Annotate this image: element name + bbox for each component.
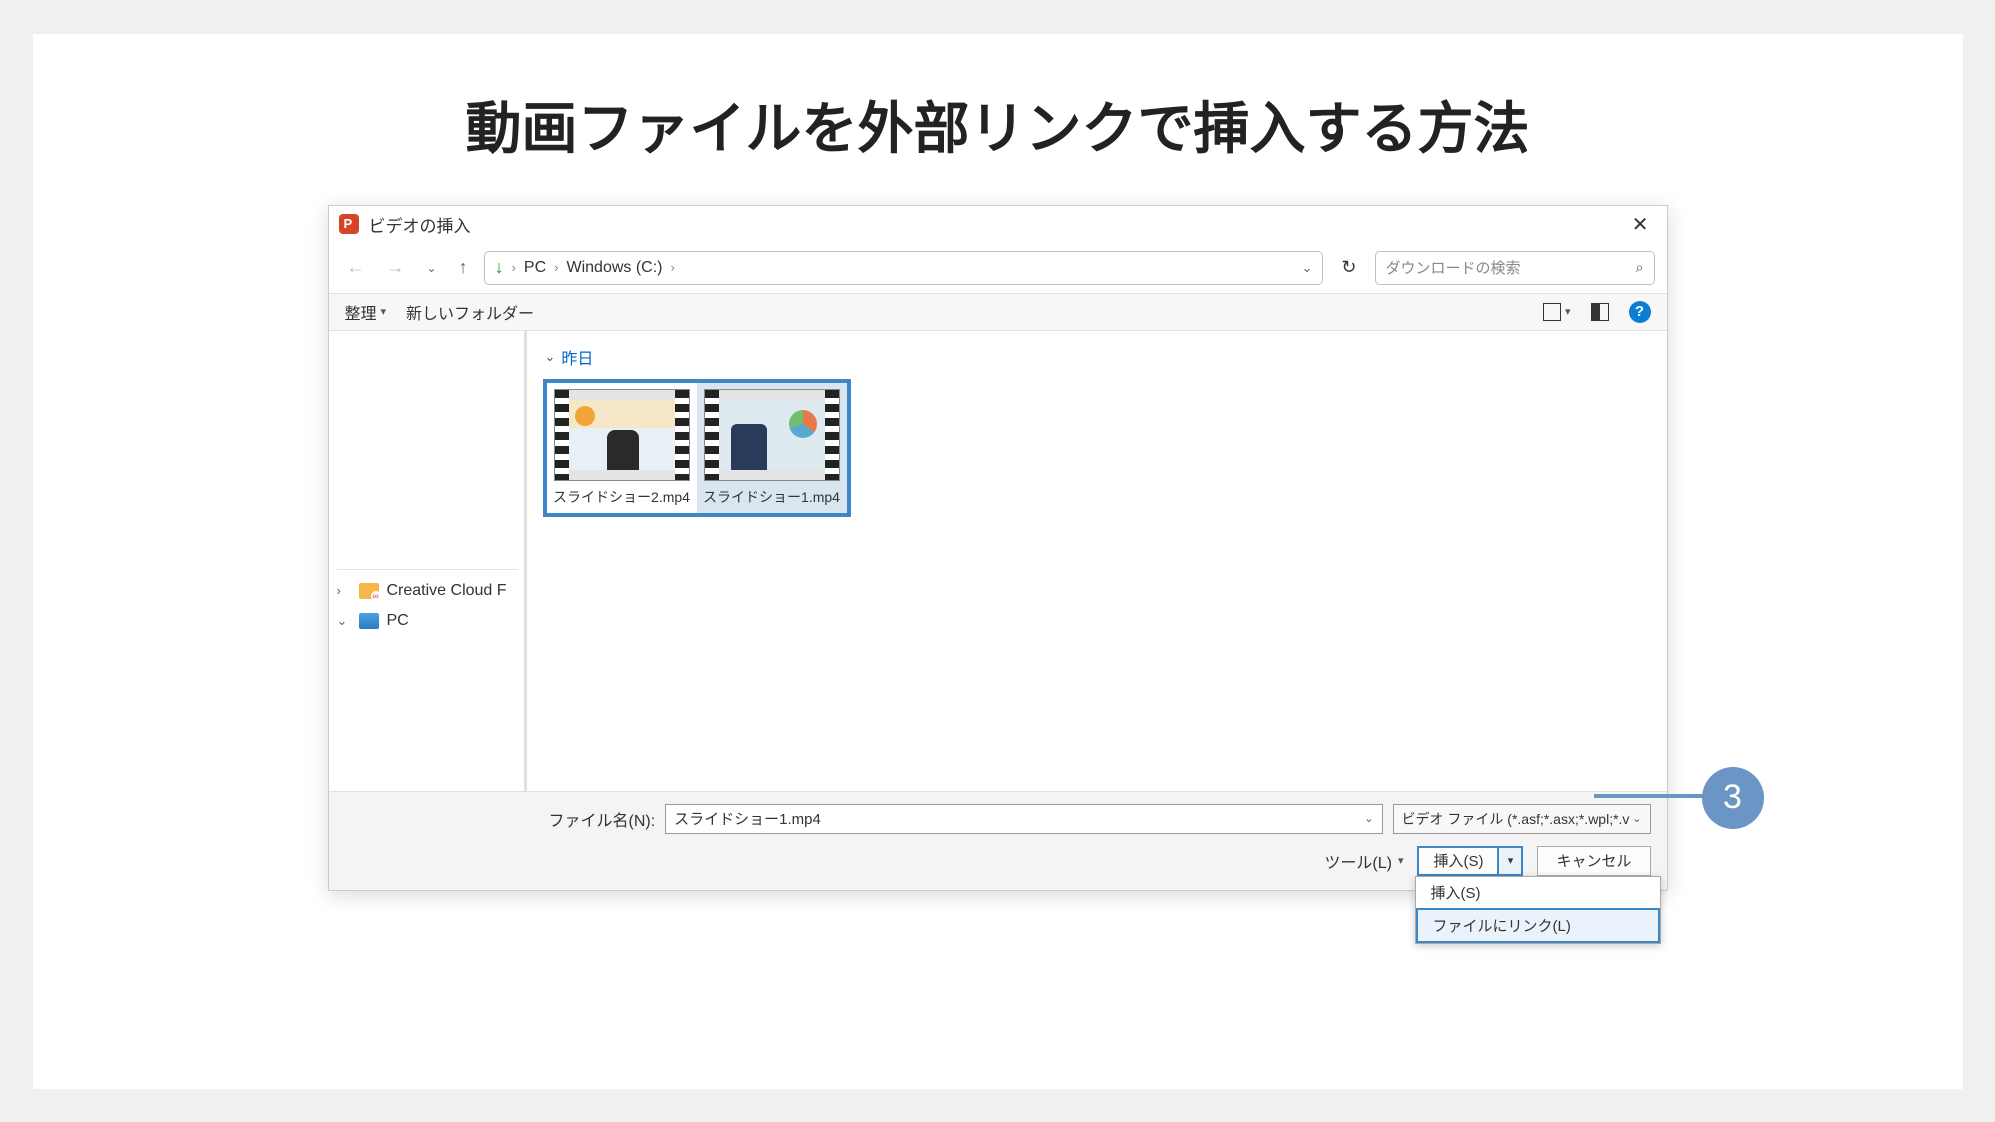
organize-label: 整理 — [345, 300, 377, 324]
file-open-dialog: ビデオの挿入 ✕ ← → ⌄ ↑ ↓ › PC › Windows (C:) ›… — [328, 205, 1668, 891]
tools-label: ツール(L) — [1324, 849, 1392, 873]
chevron-down-icon[interactable]: ⌄ — [1364, 812, 1373, 825]
up-icon[interactable]: ↑ — [453, 253, 474, 282]
chevron-down-icon: ▾ — [1398, 854, 1404, 867]
breadcrumb-drive[interactable]: Windows (C:) — [566, 259, 662, 277]
insert-split-button[interactable]: 挿入(S) ▾ — [1417, 846, 1523, 876]
toolbar: 整理 ▾ 新しいフォルダー ▾ ? — [329, 293, 1667, 331]
sidebar-item-label: Creative Cloud F — [387, 582, 507, 600]
organize-menu[interactable]: 整理 ▾ — [345, 300, 387, 324]
file-name: スライドショー2.mp4 — [553, 489, 690, 505]
tools-menu[interactable]: ツール(L) ▾ — [1324, 849, 1403, 873]
chevron-down-icon: ⌄ — [1632, 812, 1641, 825]
insert-button-label[interactable]: 挿入(S) — [1419, 848, 1497, 874]
creative-cloud-icon — [359, 583, 379, 599]
menu-item-insert[interactable]: 挿入(S) — [1416, 877, 1660, 908]
dialog-footer: ファイル名(N): スライドショー1.mp4 ⌄ ビデオ ファイル (*.asf… — [329, 791, 1667, 890]
chevron-down-icon: ⌄ — [545, 349, 556, 365]
chevron-right-icon: › — [337, 583, 351, 598]
navigation-row: ← → ⌄ ↑ ↓ › PC › Windows (C:) › ⌄ ↻ ダウンロ… — [329, 243, 1667, 293]
slide-title: 動画ファイルを外部リンクで挿入する方法 — [33, 84, 1963, 165]
preview-pane-icon — [1591, 303, 1609, 321]
video-thumbnail — [554, 389, 690, 481]
group-header[interactable]: ⌄ 昨日 — [545, 345, 1651, 369]
search-icon: ⌕ — [1636, 259, 1644, 276]
insert-dropdown-icon[interactable]: ▾ — [1497, 848, 1521, 874]
filetype-combo[interactable]: ビデオ ファイル (*.asf;*.asx;*.wpl;*.v ⌄ — [1393, 804, 1651, 834]
new-folder-button[interactable]: 新しいフォルダー — [406, 300, 534, 324]
view-mode-button[interactable]: ▾ — [1543, 303, 1571, 321]
help-icon[interactable]: ? — [1629, 301, 1651, 323]
video-thumbnail — [704, 389, 840, 481]
chevron-down-icon: ▾ — [381, 305, 387, 318]
callout-badge: 3 — [1702, 767, 1764, 829]
filename-label: ファイル名(N): — [549, 807, 656, 831]
sidebar-item-creative-cloud[interactable]: › Creative Cloud F — [329, 576, 526, 606]
chevron-down-icon: ▾ — [1565, 305, 1571, 318]
chevron-down-icon: ⌄ — [337, 613, 351, 629]
powerpoint-icon — [339, 214, 359, 234]
chevron-right-icon: › — [671, 260, 675, 275]
address-bar[interactable]: ↓ › PC › Windows (C:) › ⌄ — [484, 251, 1324, 285]
chevron-right-icon: › — [512, 260, 516, 275]
search-placeholder: ダウンロードの検索 — [1386, 257, 1628, 278]
filetype-value: ビデオ ファイル (*.asf;*.asx;*.wpl;*.v — [1402, 809, 1630, 829]
pc-icon — [359, 613, 379, 629]
refresh-icon[interactable]: ↻ — [1333, 257, 1364, 278]
sidebar: › Creative Cloud F ⌄ PC — [329, 331, 527, 791]
menu-item-link-to-file[interactable]: ファイルにリンク(L) — [1416, 908, 1660, 943]
dialog-titlebar: ビデオの挿入 ✕ — [329, 206, 1667, 243]
dialog-title: ビデオの挿入 — [369, 212, 1614, 237]
chevron-right-icon: › — [554, 260, 558, 275]
insert-dropdown-menu: 挿入(S) ファイルにリンク(L) — [1415, 876, 1661, 944]
filename-input[interactable]: スライドショー1.mp4 ⌄ — [665, 804, 1382, 834]
preview-pane-button[interactable] — [1591, 303, 1609, 321]
sidebar-item-label: PC — [387, 612, 409, 630]
back-icon[interactable]: ← — [341, 253, 371, 282]
search-input[interactable]: ダウンロードの検索 ⌕ — [1375, 251, 1655, 285]
callout-line — [1594, 794, 1710, 798]
download-arrow-icon: ↓ — [495, 257, 504, 278]
filename-value: スライドショー1.mp4 — [674, 808, 1364, 829]
recent-dropdown-icon[interactable]: ⌄ — [421, 257, 443, 279]
file-item-selected[interactable]: スライドショー1.mp4 — [697, 383, 847, 513]
sidebar-item-pc[interactable]: ⌄ PC — [329, 606, 526, 636]
file-name: スライドショー1.mp4 — [703, 489, 840, 505]
cancel-button[interactable]: キャンセル — [1537, 846, 1650, 876]
file-selection: スライドショー2.mp4 スライドショー1.mp4 — [543, 379, 851, 517]
file-list-pane: ⌄ 昨日 スライドショー2.mp4 — [524, 331, 1667, 791]
sidebar-divider — [337, 569, 518, 570]
view-list-icon — [1543, 303, 1561, 321]
file-item[interactable]: スライドショー2.mp4 — [547, 383, 697, 513]
forward-icon[interactable]: → — [381, 253, 411, 282]
group-label: 昨日 — [561, 345, 593, 369]
breadcrumb-pc[interactable]: PC — [524, 259, 546, 277]
close-icon[interactable]: ✕ — [1624, 212, 1657, 237]
chevron-down-icon[interactable]: ⌄ — [1302, 260, 1313, 276]
